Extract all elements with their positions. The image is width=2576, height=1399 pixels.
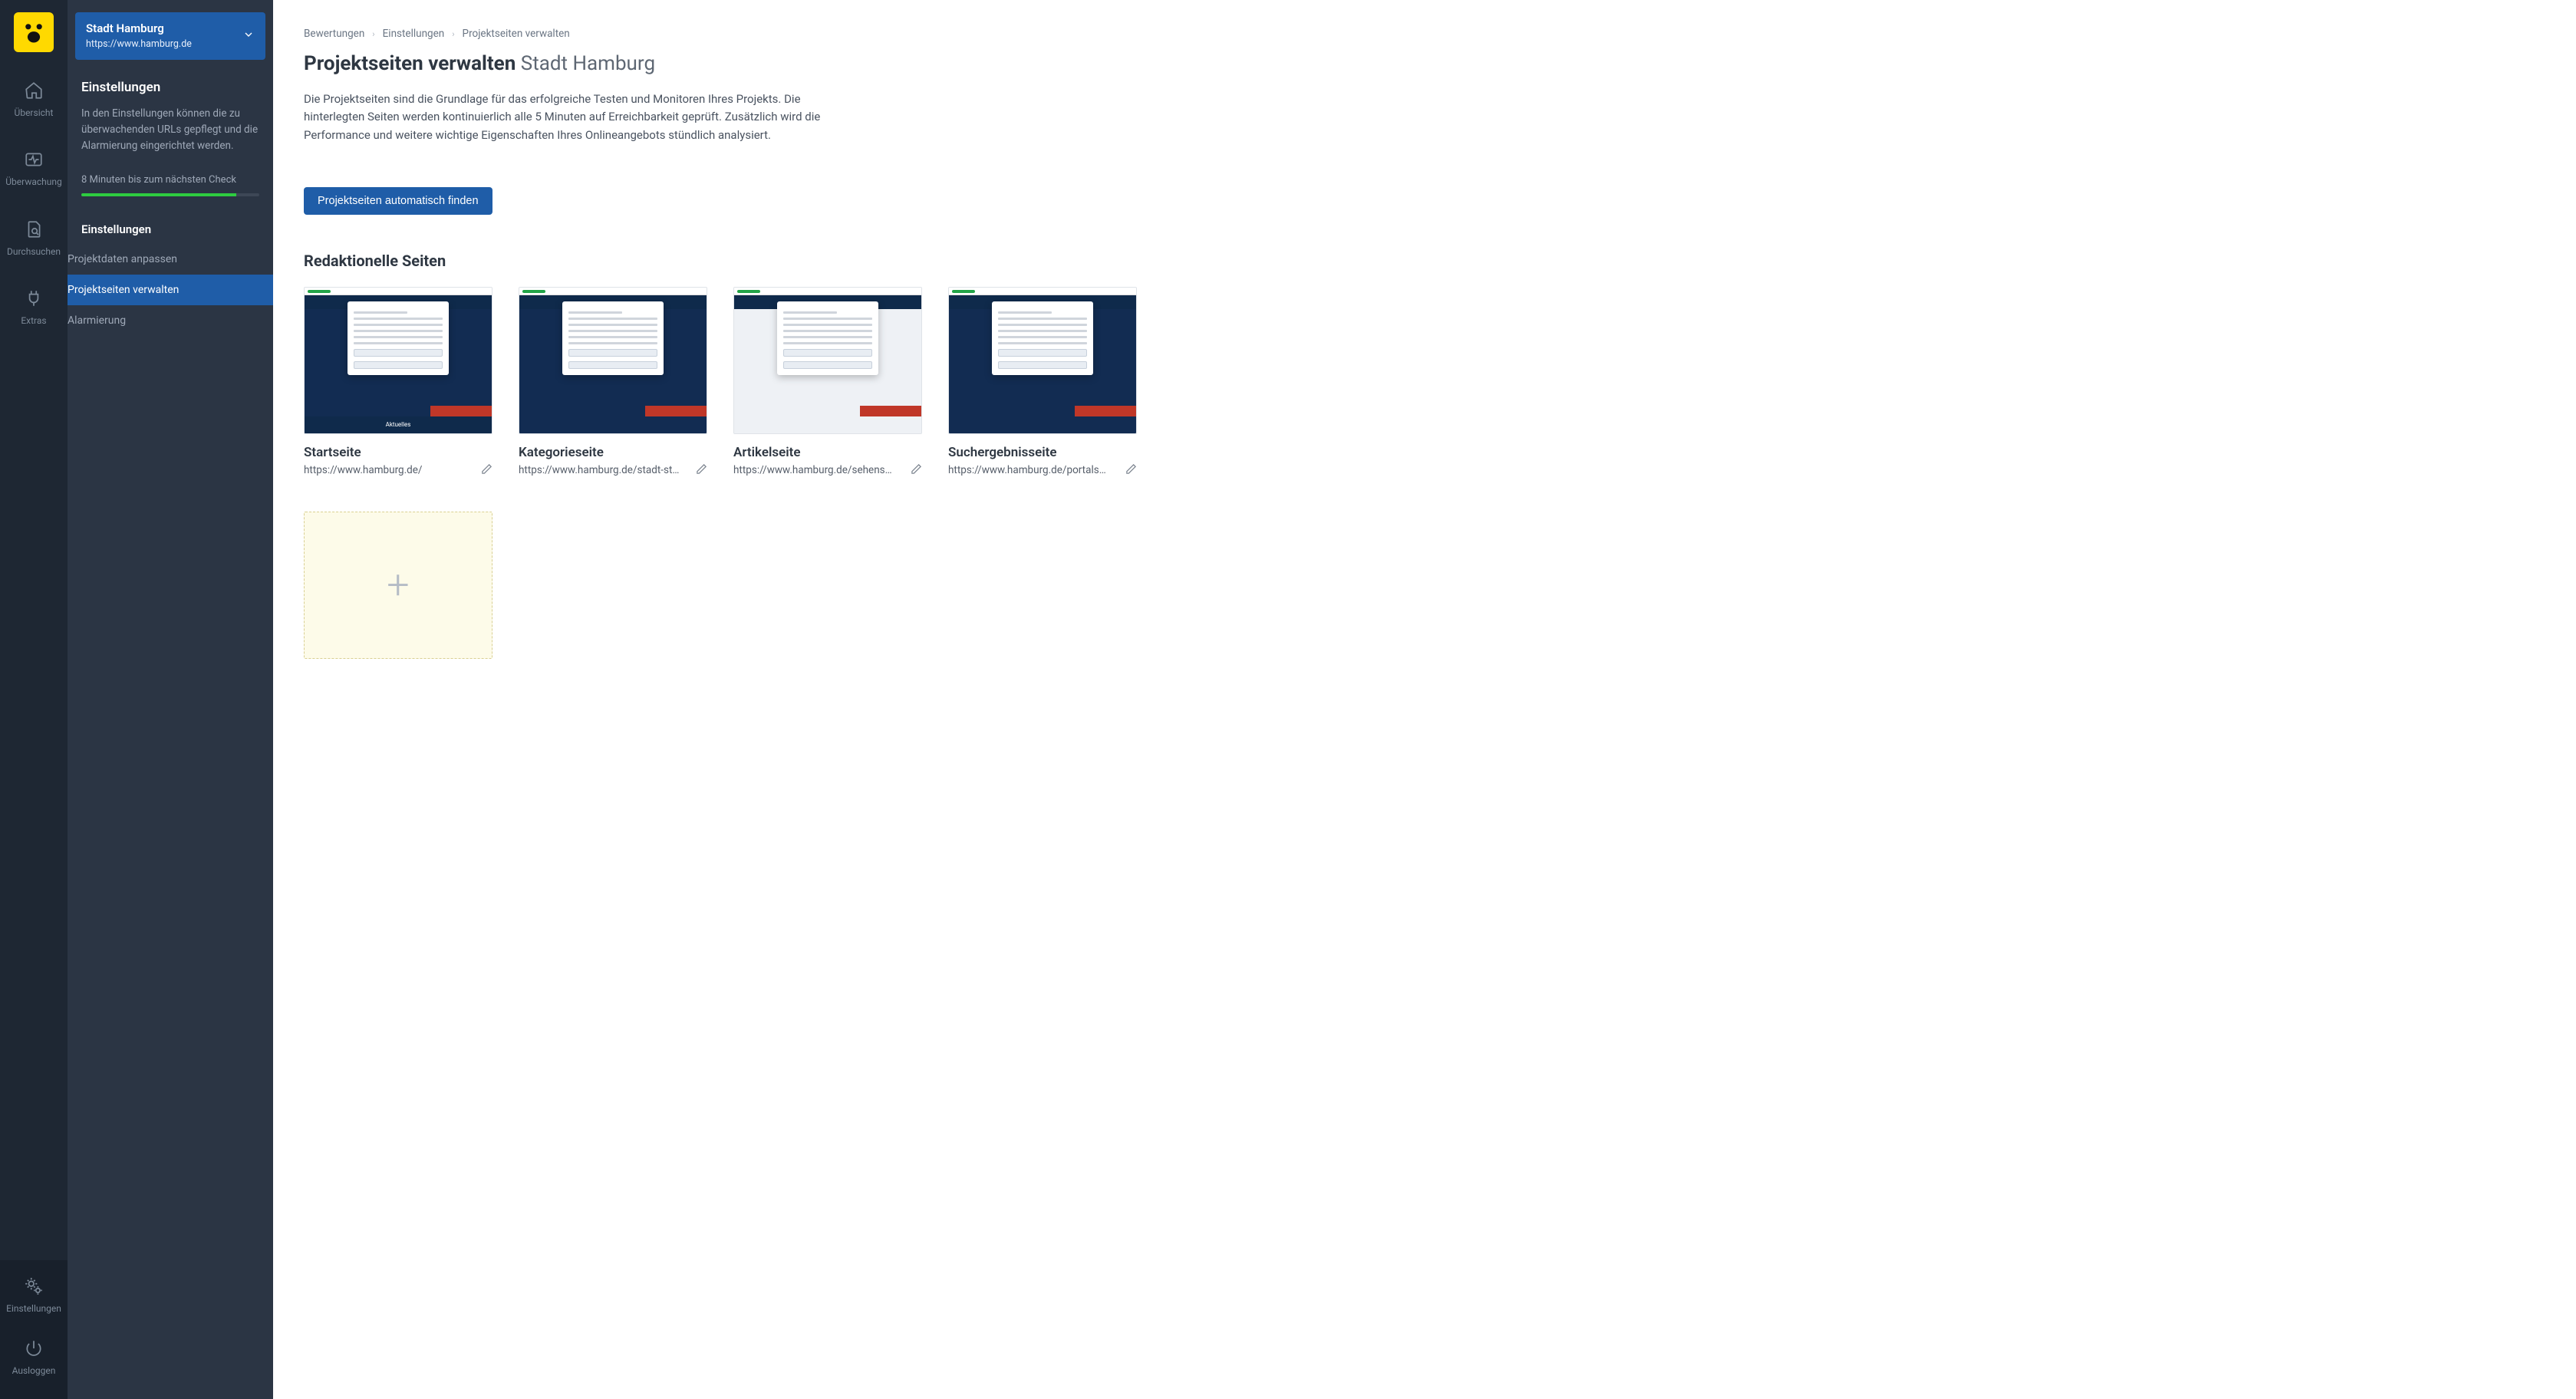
page-card-url: https://www.hamburg.de/ (304, 464, 423, 476)
page-card-url: https://www.hamburg.de/stadt-staat/ (519, 464, 680, 476)
rail-label: Einstellungen (6, 1303, 61, 1314)
sidebar-description: In den Einstellungen können die zu überw… (81, 106, 259, 154)
sidebar-heading: Einstellungen (81, 80, 259, 95)
settings-menu: Projektdaten anpassenProjektseiten verwa… (68, 244, 273, 336)
rail-item-monitoring[interactable]: Überwachung (5, 149, 61, 187)
breadcrumb-item[interactable]: Bewertungen (304, 28, 364, 40)
page-card-title: Suchergebnisseite (948, 445, 1137, 460)
main-content: Bewertungen › Einstellungen › Projektseiten … (273, 0, 2576, 1399)
heartbeat-icon (23, 149, 44, 170)
chevron-down-icon (242, 28, 255, 44)
context-sidebar: Stadt Hamburg https://www.hamburg.de Ein… (68, 0, 273, 1399)
pencil-icon[interactable] (481, 463, 492, 478)
rail-item-logout[interactable]: Ausloggen (12, 1338, 56, 1376)
page-card-url: https://www.hamburg.de/sehenswue… (733, 464, 894, 476)
project-name: Stadt Hamburg (86, 21, 192, 37)
pencil-icon[interactable] (1125, 463, 1137, 478)
page-card: Suchergebnisseite https://www.hamburg.de/… (948, 287, 1137, 478)
page-card: Artikelseite https://www.hamburg.de/sehen… (733, 287, 922, 478)
page-title-suffix: Stadt Hamburg (521, 52, 655, 75)
page-thumbnail[interactable] (733, 287, 922, 434)
rail-label: Überwachung (5, 176, 61, 187)
sidebar-subheading: Einstellungen (81, 222, 259, 236)
page-intro: Die Projektseiten sind die Grundlage für… (304, 91, 856, 144)
home-icon (23, 80, 44, 101)
page-card-title: Startseite (304, 445, 492, 460)
pencil-icon[interactable] (911, 463, 922, 478)
page-card: Kategorieseite https://www.hamburg.de/sta… (519, 287, 707, 478)
rail-item-settings[interactable]: Einstellungen (6, 1276, 61, 1314)
plus-icon: + (387, 565, 409, 605)
page-title: Projektseiten verwalten Stadt Hamburg (304, 52, 2545, 75)
section-heading-editorial: Redaktionelle Seiten (304, 252, 2545, 270)
page-thumbnail[interactable] (519, 287, 707, 434)
settings-menu-item-project-data[interactable]: Projektdaten anpassen (68, 244, 273, 275)
next-check-text: 8 Minuten bis zum nächsten Check (81, 174, 259, 186)
page-card-url: https://www.hamburg.de/portalsuch… (948, 464, 1109, 476)
next-check-progress (81, 193, 259, 196)
pencil-icon[interactable] (696, 463, 707, 478)
add-page-card[interactable]: + (304, 512, 492, 659)
document-search-icon (23, 219, 44, 240)
rail-item-extras[interactable]: Extras (21, 288, 46, 326)
rail-label: Extras (21, 315, 46, 326)
rail-label: Ausloggen (12, 1365, 56, 1376)
page-thumbnail[interactable] (948, 287, 1137, 434)
breadcrumb-separator: › (372, 29, 374, 39)
gears-icon (23, 1276, 44, 1297)
rail-label: Durchsuchen (7, 246, 61, 257)
page-cards-row: Aktuelles Startseite https://www.hamburg.d… (304, 287, 2545, 478)
rail-item-crawl[interactable]: Durchsuchen (7, 219, 61, 257)
settings-menu-item-pages[interactable]: Projektseiten verwalten (68, 275, 273, 305)
power-icon (23, 1338, 44, 1359)
project-url: https://www.hamburg.de (86, 38, 192, 51)
page-card-title: Kategorieseite (519, 445, 707, 460)
breadcrumb-separator: › (452, 29, 454, 39)
project-selector[interactable]: Stadt Hamburg https://www.hamburg.de (75, 12, 265, 60)
plug-icon (23, 288, 44, 309)
settings-menu-item-alerting[interactable]: Alarmierung (68, 305, 273, 336)
nav-rail: Übersicht Überwachung Durchsuchen Extras (0, 0, 68, 1399)
page-thumbnail[interactable]: Aktuelles (304, 287, 492, 434)
breadcrumb-item: Projektseiten verwalten (463, 28, 570, 40)
page-card-title: Artikelseite (733, 445, 922, 460)
app-logo (14, 12, 54, 52)
page-card: Aktuelles Startseite https://www.hamburg.d… (304, 287, 492, 478)
breadcrumb: Bewertungen › Einstellungen › Projektseiten … (304, 28, 2545, 40)
auto-find-pages-button[interactable]: Projektseiten automatisch finden (304, 187, 492, 215)
breadcrumb-item[interactable]: Einstellungen (383, 28, 445, 40)
rail-item-overview[interactable]: Übersicht (15, 80, 54, 118)
rail-label: Übersicht (15, 107, 54, 118)
